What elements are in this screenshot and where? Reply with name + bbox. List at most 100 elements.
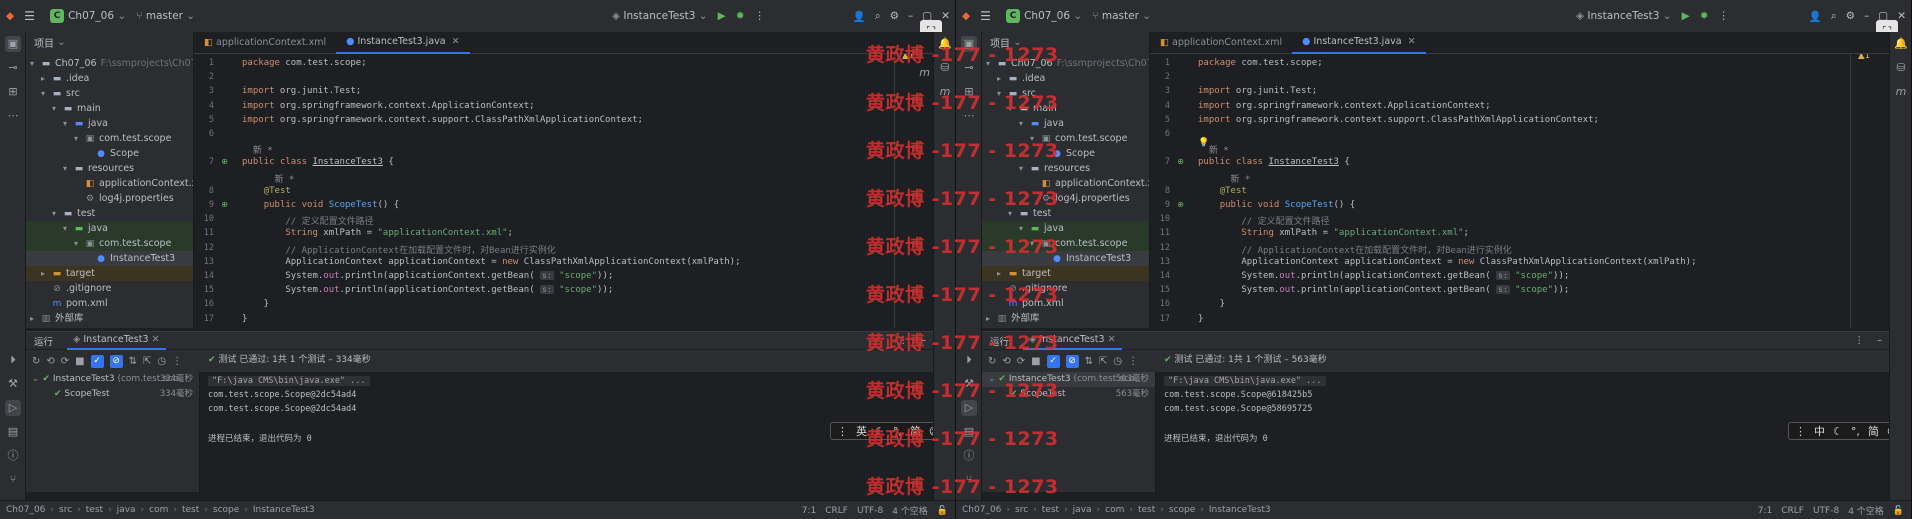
hamburger-menu-icon[interactable]: ☰ [980,9,996,23]
run-icon[interactable]: ▶ [718,10,726,22]
code-line[interactable]: } [242,314,247,324]
more-actions-icon[interactable]: ⋮ [1855,335,1865,346]
chevron-down-icon[interactable]: ▾ [63,221,73,236]
breadcrumb-item[interactable]: com [149,505,168,515]
chevron-right-icon[interactable]: ▸ [997,71,1007,86]
hamburger-menu-icon[interactable]: ☰ [24,9,40,23]
code-area[interactable]: package com.test.scope; import org.junit.… [242,54,922,328]
close-icon[interactable]: ✕ [941,10,950,22]
rerun-icon[interactable]: ↻ [988,356,996,367]
import-tests-icon[interactable]: ⇱ [1099,356,1107,367]
sort-icon[interactable]: ⇅ [1085,356,1093,367]
debug-icon[interactable]: ✹ [736,10,745,22]
code-line[interactable]: // 定义配置文件路径 [1198,214,1329,227]
code-line[interactable]: ApplicationContext applicationContext = … [242,257,740,267]
tree-item[interactable]: ⊘ .gitignore [26,281,193,296]
code-line[interactable]: 新 * [1198,172,1251,185]
project-switcher[interactable]: C Ch07_06 ⌄ [50,9,126,23]
chevron-down-icon[interactable]: ▾ [41,86,51,101]
status-item[interactable]: 4 个空格 [892,504,928,517]
tree-item[interactable]: ▾ ▬ java [26,221,193,236]
rerun-failed-icon[interactable]: ⟲ [1002,356,1010,367]
chevron-right-icon[interactable]: ▸ [41,266,51,281]
minimize-icon[interactable]: – [908,10,913,22]
code-line[interactable]: // 定义配置文件路径 [242,214,373,227]
code-editor[interactable]: 1 2 3 4 5 6 7 ⊕ 8 9 ⊕ 10 11 12 13 14 15 16 17 package com.… [194,54,934,328]
chevron-down-icon[interactable]: ▾ [1019,116,1029,131]
project-switcher[interactable]: C Ch07_06 ⌄ [1006,9,1082,23]
tree-item[interactable]: ▸ ▥ 外部库 [26,311,193,326]
chevron-down-icon[interactable]: ▾ [52,101,62,116]
run-test-gutter-icon[interactable]: ⊕ [221,157,228,166]
show-passed-toggle-icon[interactable]: ✓ [90,354,104,368]
code-line[interactable]: } [242,299,269,309]
terminal-tool-icon[interactable]: ▤ [5,424,21,440]
more-actions-icon[interactable]: ⋮ [755,10,766,22]
code-line[interactable]: } [1198,299,1225,309]
test-child-row[interactable]: ✔ ScopeTest 334毫秒 [26,387,199,402]
code-area[interactable]: package com.test.scope; import org.junit.… [1198,54,1878,328]
lock-icon[interactable]: 🔓 [937,506,948,516]
chevron-down-icon[interactable]: ▾ [52,206,62,221]
toggle-auto-test-icon[interactable]: ⟳ [1017,356,1025,367]
run-config-selector[interactable]: ◈ InstanceTest3 ⌄ [1576,10,1672,22]
code-line[interactable]: System.out.println(applicationContext.ge… [242,271,613,281]
tree-item[interactable]: ▾▬ Ch07_06F:\ssmprojects\Ch07_0 [26,56,193,71]
chevron-right-icon[interactable]: ▸ [986,311,996,326]
search-icon[interactable]: ⌕ [1831,10,1837,23]
tree-item[interactable]: ● InstanceTest3 [26,251,193,266]
maven-icon[interactable]: m [1893,84,1909,100]
status-item[interactable]: 7:1 [802,506,816,516]
run-test-gutter-icon[interactable]: ⊕ [221,200,228,209]
app-logo-icon[interactable]: ◆ [6,10,14,22]
close-icon[interactable]: ✕ [1408,31,1416,53]
tree-item[interactable]: ▾ ▬ java [982,116,1149,131]
ime-mode[interactable]: 中 [1814,423,1825,439]
more-actions-icon[interactable]: ⋮ [1719,10,1730,22]
close-icon[interactable]: ✕ [1897,10,1906,22]
moon-icon[interactable]: ☾ [1833,425,1843,438]
stop-icon[interactable]: ■ [75,356,84,367]
tree-item[interactable]: ▾ ▬ resources [982,161,1149,176]
chevron-down-icon[interactable]: ▾ [63,161,73,176]
tree-item[interactable]: ▸ ▥ 外部库 [982,311,1149,326]
minimize-icon[interactable]: – [1864,10,1869,22]
chevron-down-icon[interactable]: ▾ [63,116,73,131]
code-line[interactable]: // ApplicationContext在加载配置文件时，对Bean进行实例化 [242,243,555,256]
tree-item[interactable]: ▾ ▬ src [26,86,193,101]
database-icon[interactable]: ⛁ [1893,60,1909,76]
code-line[interactable]: System.out.println(applicationContext.ge… [242,285,613,295]
breadcrumb-item[interactable]: Ch07_06 [6,505,45,515]
branch-switcher[interactable]: ⑂ master ⌄ [136,10,195,22]
breadcrumb-item[interactable]: test [182,505,199,515]
breadcrumb-item[interactable]: src [59,505,72,515]
toggle-auto-test-icon[interactable]: ⟳ [61,356,69,367]
code-line[interactable]: 新 * [242,143,273,156]
test-root-row[interactable]: ⌄ ✔ InstanceTest3 (com.test.sco 334毫秒 [26,372,199,387]
warning-count[interactable]: ▲1 [1858,54,1870,61]
code-line[interactable]: @Test [1198,186,1247,196]
code-line[interactable]: import org.springframework.context.suppo… [242,115,643,125]
tree-item[interactable]: ⚙ log4j.properties [26,191,193,206]
run-icon[interactable]: ▶ [1682,10,1690,22]
chevron-right-icon[interactable]: ▸ [41,71,51,86]
notifications-icon[interactable]: 🔔 [1893,36,1909,52]
tree-item[interactable]: ▸ ▬ target [26,266,193,281]
chevron-right-icon[interactable]: ▸ [30,311,40,326]
console-output[interactable]: ✔ 测试 已通过: 1共 1 个测试 – 563毫秒 "F:\java CMS\… [1164,355,1890,492]
tree-item[interactable]: ▾ ▬ java [26,116,193,131]
status-item[interactable]: UTF-8 [857,506,883,516]
tab-instance-test3-java[interactable]: ● InstanceTest3.java ✕ [1292,31,1426,54]
ime-simplified[interactable]: 简 [1868,423,1879,439]
code-line[interactable]: System.out.println(applicationContext.ge… [1198,271,1569,281]
problems-tool-icon[interactable]: ⓘ [5,448,21,464]
code-line[interactable]: } [1198,314,1203,324]
show-ignored-toggle-icon[interactable]: ⊘ [1065,354,1079,368]
code-line[interactable]: import org.springframework.context.suppo… [1198,115,1599,125]
close-icon[interactable]: ✕ [452,31,460,53]
stop-icon[interactable]: ■ [1031,356,1040,367]
run-tool-icon[interactable]: ▷ [5,400,21,416]
code-line[interactable]: import org.springframework.context.Appli… [242,101,535,111]
code-line[interactable]: public void ScopeTest() { [242,200,400,210]
tree-item[interactable]: m pom.xml [26,296,193,311]
